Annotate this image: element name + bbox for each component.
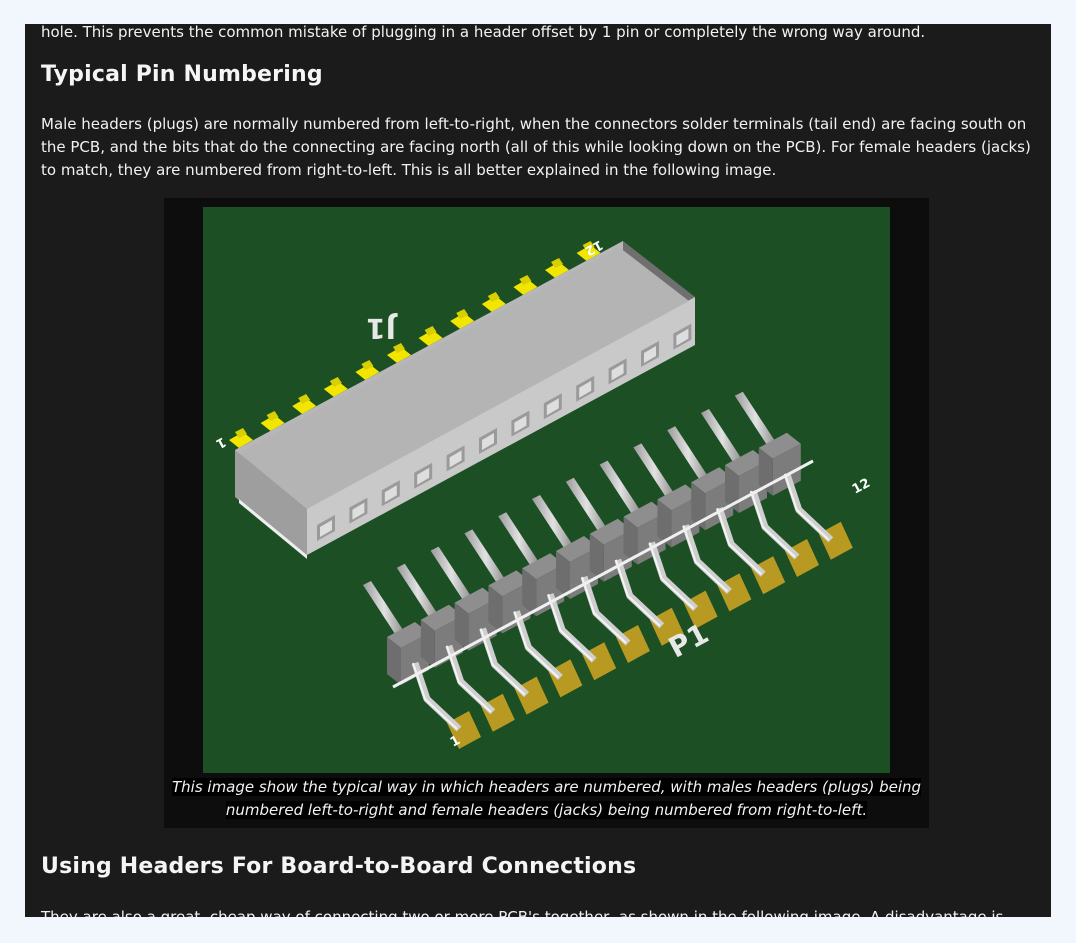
section-heading-pin-numbering: Typical Pin Numbering: [41, 62, 323, 87]
caption-line-1: This image show the typical way in which…: [171, 778, 922, 796]
pin-numbering-paragraph: Male headers (plugs) are normally number…: [41, 115, 1031, 179]
header-numbering-figure: J1 P1 1 12 1 12 This image show the typi…: [164, 198, 929, 828]
board-to-board-paragraph: They are also a great, cheap way of conn…: [41, 908, 1004, 917]
pcb-header-image: J1 P1 1 12 1 12: [203, 207, 890, 773]
figure-caption: This image show the typical way in which…: [164, 776, 929, 822]
article-container: hole. This prevents the common mistake o…: [25, 24, 1051, 917]
caption-line-2: numbered left-to-right and female header…: [225, 801, 868, 819]
intro-paragraph: hole. This prevents the common mistake o…: [41, 24, 926, 41]
section-heading-board-to-board: Using Headers For Board-to-Board Connect…: [41, 854, 637, 879]
female-header-label: J1: [366, 312, 398, 345]
